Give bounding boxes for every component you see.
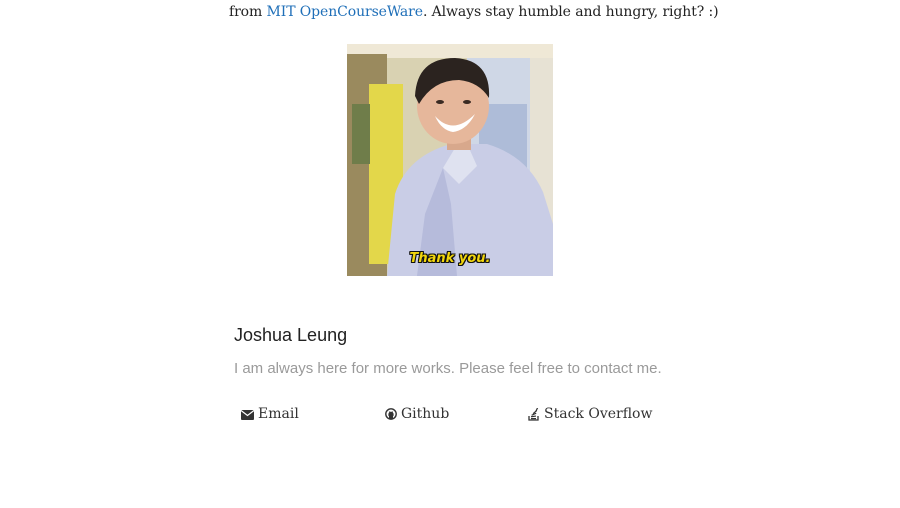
stack-overflow-link[interactable]: Stack Overflow <box>528 406 652 422</box>
contact-name: Joshua Leung <box>234 325 348 345</box>
email-link-label: Email <box>258 406 299 422</box>
gif-caption: Thank you. <box>409 251 491 266</box>
contact-links: Email Github Stack Overflow <box>0 406 900 426</box>
intro-text: from MIT OpenCourseWare. Always stay hum… <box>229 4 719 20</box>
stack-overflow-link-label: Stack Overflow <box>544 406 653 422</box>
intro-suffix: . Always stay humble and hungry, right? … <box>422 4 719 20</box>
github-link-label: Github <box>401 406 450 422</box>
github-link[interactable]: Github <box>385 406 449 422</box>
intro-prefix: from <box>229 4 267 20</box>
mit-opencourseware-link[interactable]: MIT OpenCourseWare <box>267 4 424 20</box>
envelope-icon <box>241 409 254 420</box>
contact-description: I am always here for more works. Please … <box>234 360 662 377</box>
github-icon <box>385 408 397 420</box>
stack-overflow-icon <box>528 407 540 421</box>
email-link[interactable]: Email <box>241 406 299 422</box>
thank-you-gif: Thank you. <box>347 44 553 276</box>
gif-illustration <box>347 44 553 276</box>
